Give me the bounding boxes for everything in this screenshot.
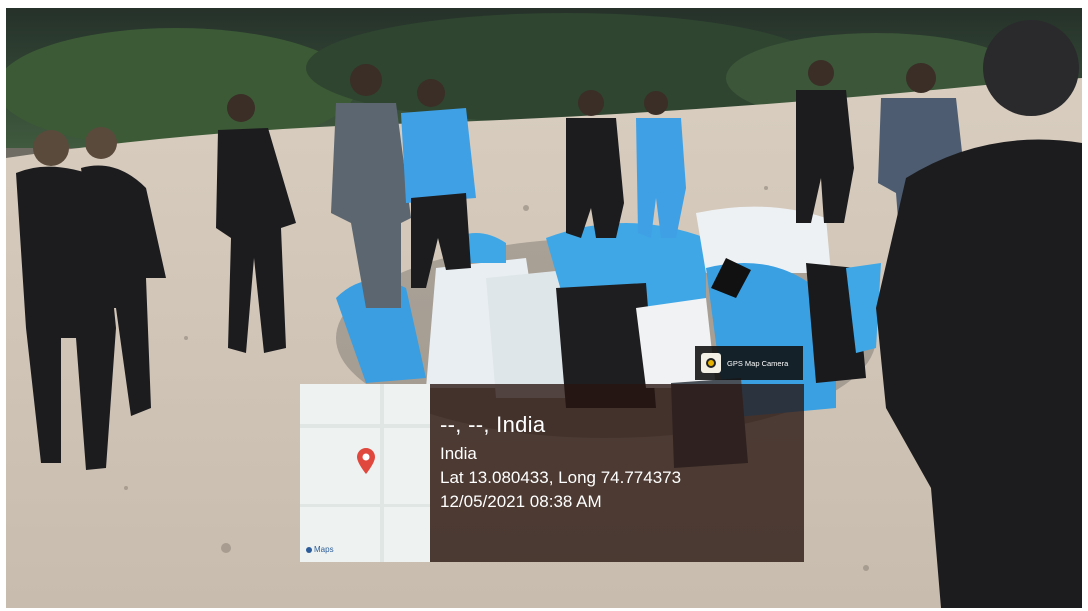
gps-camera-badge: GPS Map Camera bbox=[695, 346, 803, 380]
location-title: --, --, India bbox=[440, 412, 546, 437]
maps-logo-icon: Maps bbox=[306, 545, 334, 554]
map-thumbnail: Maps bbox=[300, 384, 430, 562]
datetime: 12/05/2021 08:38 AM bbox=[440, 492, 602, 511]
gps-location-card: Maps --, --, India India Lat 13.080433, … bbox=[300, 384, 804, 562]
maps-label: Maps bbox=[314, 545, 334, 554]
beach-cleanup-photo: GPS Map Camera Maps --, --, India India … bbox=[6, 8, 1082, 608]
map-pin-icon bbox=[357, 448, 375, 474]
country: India bbox=[440, 444, 477, 463]
camera-label: GPS Map Camera bbox=[727, 358, 789, 368]
location-info: --, --, India India Lat 13.080433, Long … bbox=[430, 384, 804, 562]
camera-icon bbox=[701, 353, 721, 373]
coordinates: Lat 13.080433, Long 74.774373 bbox=[440, 468, 682, 487]
